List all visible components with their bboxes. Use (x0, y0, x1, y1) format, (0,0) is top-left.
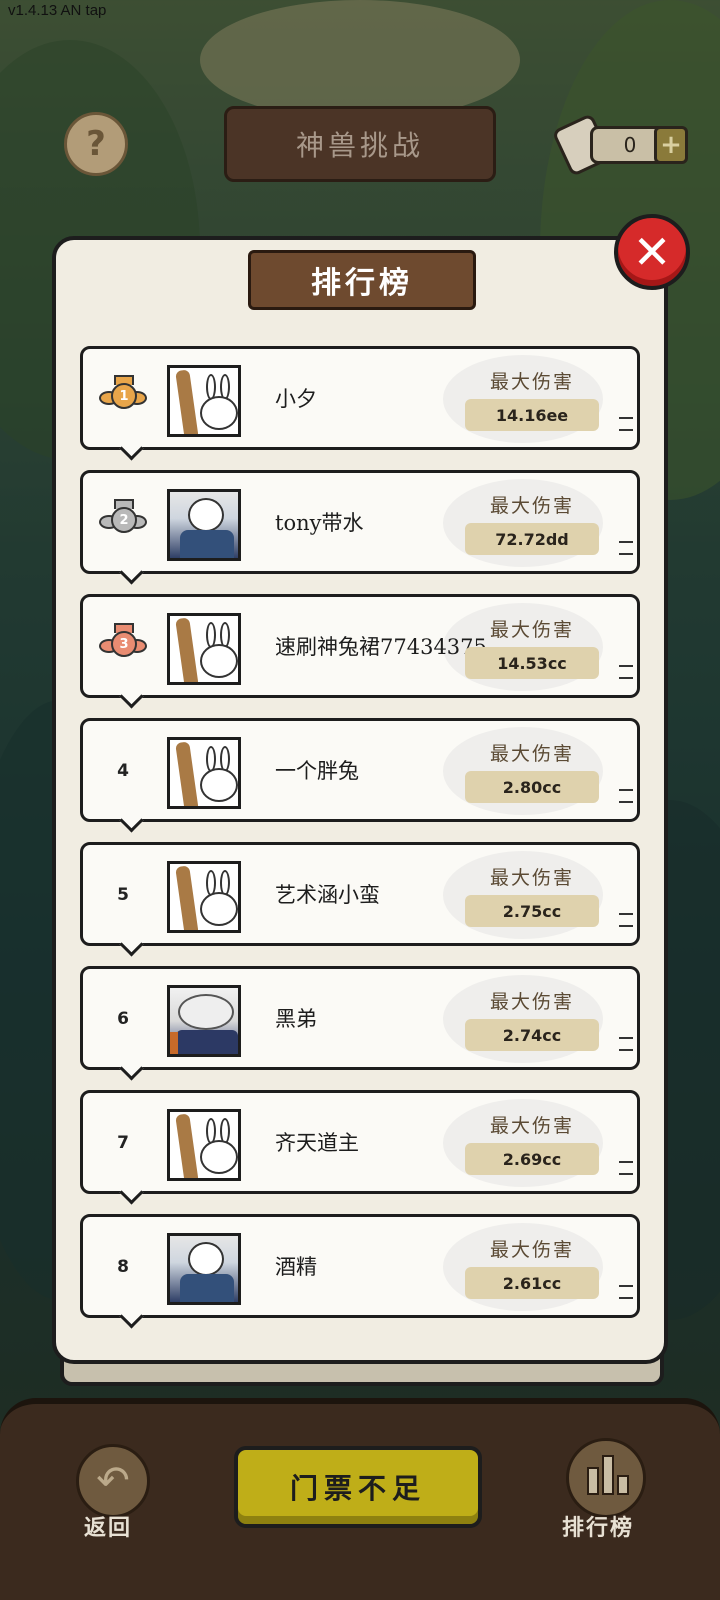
lines-decoration (619, 789, 633, 803)
lines-decoration (619, 1037, 633, 1051)
close-icon: ✕ (632, 225, 672, 279)
avatar (167, 365, 241, 437)
damage-value: 2.61cc (465, 1267, 599, 1299)
player-name: 酒精 (275, 1255, 317, 1279)
player-name: 小夕 (275, 387, 317, 411)
rank-medal-icon: 3 (99, 623, 147, 667)
player-name: 齐天道主 (275, 1131, 359, 1155)
back-arrow-icon: ↶ (96, 1458, 130, 1504)
player-name: 黑弟 (275, 1007, 317, 1031)
damage-value: 14.16ee (465, 399, 599, 431)
help-button[interactable]: ? (64, 112, 128, 176)
rank-number: 5 (117, 885, 129, 905)
lines-decoration (619, 665, 633, 679)
rank-number: 4 (117, 761, 129, 781)
rank-medal-icon: 1 (99, 375, 147, 419)
leaderboard-row[interactable]: 7 齐天道主 最大伤害 2.69cc (80, 1090, 640, 1194)
ticket-counter: 0 + (551, 113, 688, 177)
leaderboard-title: 排行榜 (248, 250, 476, 310)
avatar (167, 1109, 241, 1181)
avatar (167, 489, 241, 561)
lines-decoration (619, 541, 633, 555)
damage-label: 最大伤害 (489, 495, 574, 517)
damage-value: 14.53cc (465, 647, 599, 679)
bottom-bar: ↶ 返回 门票不足 排行榜 (0, 1398, 720, 1600)
damage-label: 最大伤害 (489, 743, 574, 765)
avatar (167, 737, 241, 809)
leaderboard-row[interactable]: 3 速刷神兔裙774343756 最大伤害 14.53cc (80, 594, 640, 698)
leaderboard-row[interactable]: 2 tony带水 最大伤害 72.72dd (80, 470, 640, 574)
player-name: 一个胖兔 (275, 759, 359, 783)
question-icon: ? (86, 124, 106, 164)
bar-chart-icon (587, 1467, 599, 1495)
back-button[interactable]: ↶ (76, 1444, 150, 1518)
damage-value: 72.72dd (465, 523, 599, 555)
avatar (167, 613, 241, 685)
damage-label: 最大伤害 (489, 371, 574, 393)
plus-icon: + (660, 130, 682, 160)
leaderboard-panel: 排行榜 1 小夕 最大伤害 14.16ee 2 tony带水 最大伤害 72.72dd 3 速刷神… (52, 236, 668, 1364)
rank-number: 2 (111, 507, 137, 533)
leaderboard-row[interactable]: 8 酒精 最大伤害 2.61cc (80, 1214, 640, 1318)
leaderboard-row[interactable]: 5 艺术涵小蛮 最大伤害 2.75cc (80, 842, 640, 946)
lines-decoration (619, 913, 633, 927)
damage-label: 最大伤害 (489, 1239, 574, 1261)
rank-number: 3 (111, 631, 137, 657)
damage-label: 最大伤害 (489, 867, 574, 889)
rank-number: 1 (111, 383, 137, 409)
player-name: 艺术涵小蛮 (275, 883, 380, 907)
rank-medal-icon: 2 (99, 499, 147, 543)
avatar (167, 985, 241, 1057)
lines-decoration (619, 417, 633, 431)
leaderboard-label[interactable]: 排行榜 (562, 1510, 634, 1542)
rank-number: 8 (117, 1257, 129, 1277)
avatar (167, 861, 241, 933)
damage-value: 2.74cc (465, 1019, 599, 1051)
leaderboard-row[interactable]: 4 一个胖兔 最大伤害 2.80cc (80, 718, 640, 822)
lines-decoration (619, 1285, 633, 1299)
player-name: tony带水 (275, 511, 364, 535)
damage-value: 2.75cc (465, 895, 599, 927)
avatar (167, 1233, 241, 1305)
leaderboard-list: 1 小夕 最大伤害 14.16ee 2 tony带水 最大伤害 72.72dd 3 速刷神兔裙77… (80, 346, 640, 1338)
insufficient-ticket-button[interactable]: 门票不足 (234, 1446, 482, 1528)
add-ticket-button[interactable]: + (654, 126, 688, 164)
damage-value: 2.80cc (465, 771, 599, 803)
damage-label: 最大伤害 (489, 991, 574, 1013)
version-label: v1.4.13 AN tap (8, 2, 107, 19)
leaderboard-button[interactable] (566, 1438, 646, 1518)
lines-decoration (619, 1161, 633, 1175)
damage-value: 2.69cc (465, 1143, 599, 1175)
damage-label: 最大伤害 (489, 1115, 574, 1137)
close-button[interactable]: ✕ (614, 214, 690, 290)
rank-number: 6 (117, 1009, 129, 1029)
page-title: 神兽挑战 (224, 106, 496, 182)
player-name: 速刷神兔裙774343756 (275, 635, 485, 659)
damage-label: 最大伤害 (489, 619, 574, 641)
rank-number: 7 (117, 1133, 129, 1153)
back-label[interactable]: 返回 (84, 1510, 132, 1542)
leaderboard-row[interactable]: 6 黑弟 最大伤害 2.74cc (80, 966, 640, 1070)
leaderboard-row[interactable]: 1 小夕 最大伤害 14.16ee (80, 346, 640, 450)
